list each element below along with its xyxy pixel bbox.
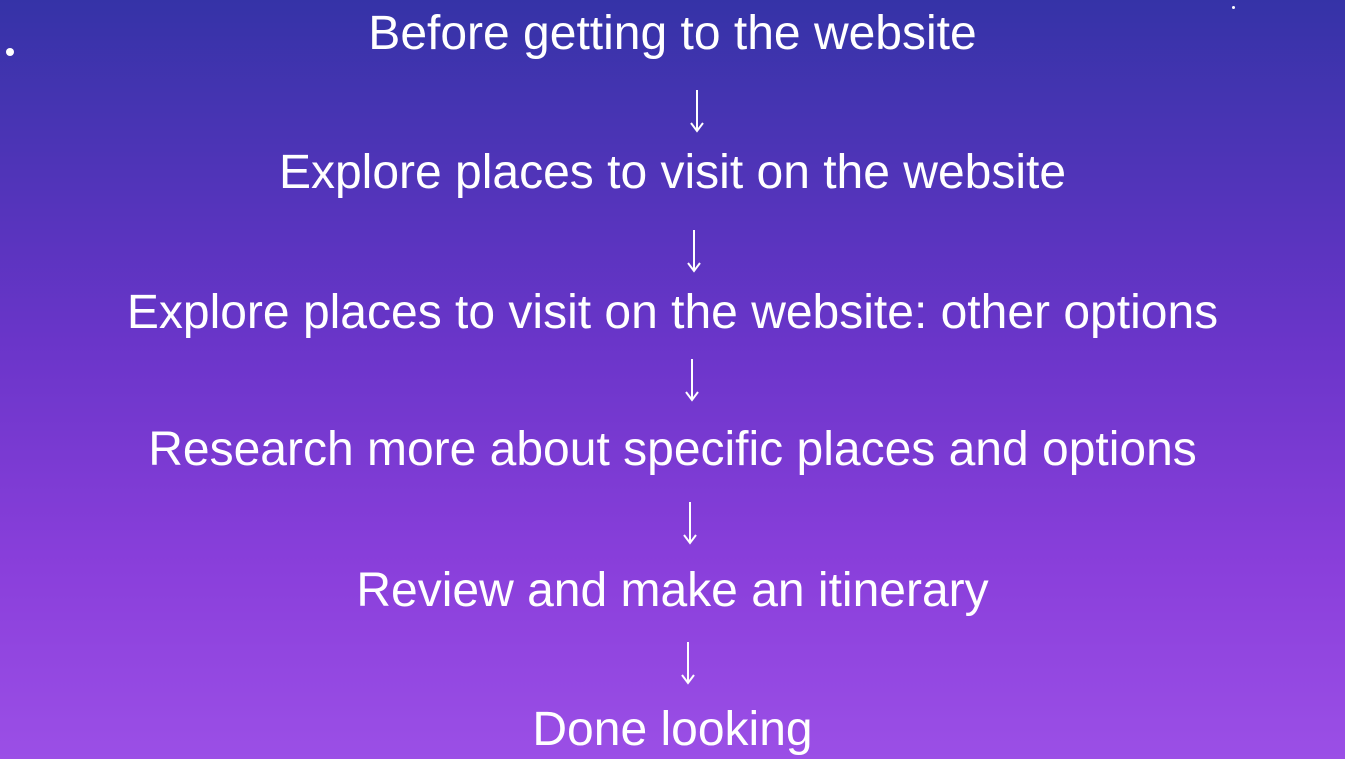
down-arrow-icon [685,88,709,134]
flow-step-6: Done looking [532,703,813,756]
flow-step-4: Research more about specific places and … [148,423,1197,476]
flow-step-2: Explore places to visit on the website [278,146,1067,199]
flow-step-1: Before getting to the website [368,7,977,60]
down-arrow-icon [676,640,700,686]
down-arrow-icon [678,500,702,546]
flow-step-3: Explore places to visit on the website: … [126,286,1219,339]
down-arrow-icon [682,228,706,274]
down-arrow-icon [680,357,704,403]
flow-step-5: Review and make an itinerary [356,564,989,617]
